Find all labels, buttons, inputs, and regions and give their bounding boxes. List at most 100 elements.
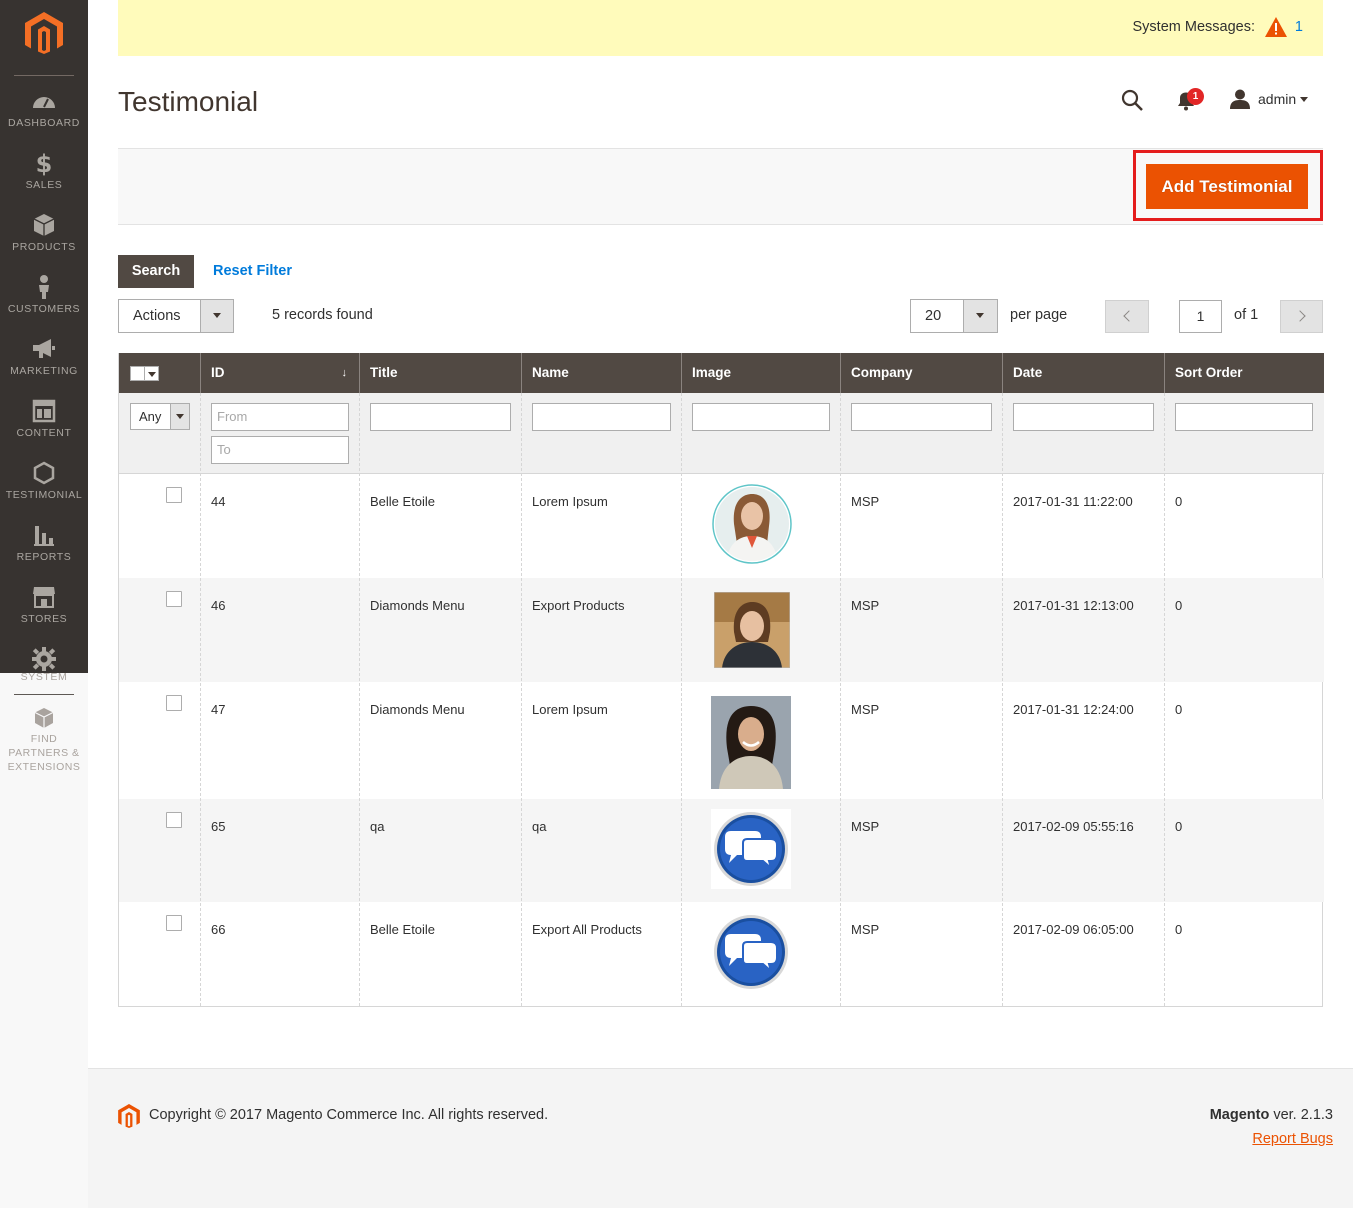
sidebar-item-customers[interactable]: CUSTOMERS xyxy=(0,274,88,336)
row-checkbox[interactable] xyxy=(166,591,182,607)
column-header-id[interactable]: ID ↓ xyxy=(200,353,359,393)
cell-date: 2017-01-31 11:22:00 xyxy=(1013,494,1133,509)
system-messages-count[interactable]: 1 xyxy=(1295,19,1303,35)
mass-actions-select[interactable]: Actions xyxy=(118,299,234,333)
cell-id: 44 xyxy=(211,494,226,509)
table-row[interactable]: 65 qa qa MSP 2017-02-09 05:55:16 0 xyxy=(119,799,1324,902)
column-header-title[interactable]: Title xyxy=(359,353,521,393)
magento-logo-icon[interactable] xyxy=(118,1104,140,1128)
table-row[interactable]: 46 Diamonds Menu Export Products MSP 2017-01… xyxy=(119,578,1324,682)
cell-id: 66 xyxy=(211,922,226,937)
cell-date: 2017-01-31 12:13:00 xyxy=(1013,598,1134,613)
cell-id: 65 xyxy=(211,819,226,834)
column-header-sort-order[interactable]: Sort Order xyxy=(1164,353,1324,393)
mass-actions-toggle[interactable] xyxy=(200,300,233,332)
table-row[interactable]: 47 Diamonds Menu Lorem Ipsum MSP 2017-01-31 … xyxy=(119,682,1324,799)
sidebar-item-reports[interactable]: REPORTS xyxy=(0,522,88,584)
company-filter-input[interactable] xyxy=(851,403,992,431)
sidebar-item-marketing[interactable]: MARKETING xyxy=(0,336,88,398)
cell-company: MSP xyxy=(851,598,880,613)
per-page-select[interactable]: 20 xyxy=(910,299,998,333)
cell-company: MSP xyxy=(851,922,880,937)
sidebar-item-label: CUSTOMERS xyxy=(7,303,81,315)
grid-header-row: ID ↓ Title Name Image Company Date Sort … xyxy=(119,353,1324,393)
warning-icon[interactable] xyxy=(1265,17,1287,37)
name-filter-input[interactable] xyxy=(532,403,671,431)
id-to-input[interactable]: To xyxy=(211,436,349,464)
page-title: Testimonial xyxy=(118,86,259,117)
current-page-input[interactable]: 1 xyxy=(1179,300,1222,333)
gear-icon xyxy=(32,647,56,671)
cell-name: Lorem Ipsum xyxy=(532,702,608,717)
partners-label-2: PARTNERS & xyxy=(8,747,80,759)
chevron-down-icon xyxy=(213,313,221,318)
per-page-label: per page xyxy=(1010,307,1068,323)
previous-page-button[interactable] xyxy=(1105,300,1149,333)
mass-actions-label: Actions xyxy=(133,308,181,324)
column-header-date[interactable]: Date xyxy=(1002,353,1164,393)
row-checkbox[interactable] xyxy=(166,812,182,828)
bar-chart-icon xyxy=(34,526,54,546)
column-divider xyxy=(200,393,201,1006)
cell-name: Export Products xyxy=(532,598,625,613)
add-testimonial-button[interactable]: Add Testimonial xyxy=(1146,164,1308,209)
next-page-button[interactable] xyxy=(1280,300,1323,333)
cell-company: MSP xyxy=(851,702,880,717)
column-header-company[interactable]: Company xyxy=(840,353,1002,393)
user-menu-label[interactable]: admin xyxy=(1258,91,1296,107)
mass-select-dropdown[interactable] xyxy=(145,366,159,381)
cell-id: 47 xyxy=(211,702,226,717)
chevron-right-icon xyxy=(1294,310,1306,322)
title-filter-input[interactable] xyxy=(370,403,511,431)
date-filter-input[interactable] xyxy=(1013,403,1154,431)
cell-sort-order: 0 xyxy=(1175,819,1183,834)
id-from-input[interactable]: From xyxy=(211,403,349,431)
column-header-name[interactable]: Name xyxy=(521,353,681,393)
sidebar-item-partners[interactable]: FIND PARTNERS & EXTENSIONS xyxy=(0,706,88,774)
system-messages-bar: System Messages: 1 xyxy=(118,0,1323,56)
table-row[interactable]: 66 Belle Etoile Export All Products MSP 2017… xyxy=(119,902,1324,1006)
notifications-badge[interactable]: 1 xyxy=(1187,88,1204,105)
user-icon[interactable] xyxy=(1229,88,1251,110)
megaphone-icon xyxy=(33,339,55,358)
sidebar-item-label: CONTENT xyxy=(16,427,72,439)
image-filter-input[interactable] xyxy=(692,403,830,431)
reset-filter-link[interactable]: Reset Filter xyxy=(213,263,292,279)
report-bugs-link[interactable]: Report Bugs xyxy=(1252,1131,1333,1147)
woman-portrait-tall xyxy=(711,696,791,794)
chevron-down-icon xyxy=(976,313,984,318)
magento-logo-icon[interactable] xyxy=(25,12,63,54)
sort-order-filter-input[interactable] xyxy=(1175,403,1313,431)
sidebar-item-testimonial[interactable]: TESTIMONIAL xyxy=(0,460,88,522)
select-all-checkbox[interactable] xyxy=(130,366,145,381)
brand-name: Magento xyxy=(1209,1107,1270,1123)
table-row[interactable]: 44 Belle Etoile Lorem Ipsum MSP 2017-01-31 1… xyxy=(119,474,1324,578)
dollar-icon: $ xyxy=(36,150,53,176)
testimonial-grid: ID ↓ Title Name Image Company Date Sort … xyxy=(118,353,1324,1007)
sidebar-item-system[interactable]: SYSTEM xyxy=(0,646,88,673)
chevron-down-icon[interactable] xyxy=(1300,97,1308,102)
row-checkbox[interactable] xyxy=(166,915,182,931)
cube-icon xyxy=(33,214,55,236)
search-button[interactable]: Search xyxy=(118,255,194,288)
sidebar-item-content[interactable]: CONTENT xyxy=(0,398,88,460)
select-filter-toggle[interactable] xyxy=(170,404,189,429)
per-page-toggle[interactable] xyxy=(963,300,997,332)
select-filter[interactable]: Any xyxy=(130,403,190,430)
row-checkbox[interactable] xyxy=(166,695,182,711)
column-divider xyxy=(521,393,522,1006)
mass-select-checkbox[interactable] xyxy=(130,366,160,381)
sidebar-item-system-label: SYSTEM xyxy=(20,671,68,683)
sidebar-item-dashboard[interactable]: DASHBOARD xyxy=(0,88,88,150)
sidebar-item-label: PRODUCTS xyxy=(12,241,76,253)
chat-bubbles-icon xyxy=(711,809,791,894)
sidebar-item-products[interactable]: PRODUCTS xyxy=(0,212,88,274)
sidebar-item-sales[interactable]: $ SALES xyxy=(0,150,88,212)
records-found: 5 records found xyxy=(272,307,373,323)
search-icon[interactable] xyxy=(1120,88,1144,112)
version-number: ver. 2.1.3 xyxy=(1269,1107,1333,1123)
sidebar-item-stores[interactable]: STORES xyxy=(0,584,88,646)
cell-title: Diamonds Menu xyxy=(370,702,465,717)
row-checkbox[interactable] xyxy=(166,487,182,503)
sidebar-item-label: REPORTS xyxy=(16,551,72,563)
